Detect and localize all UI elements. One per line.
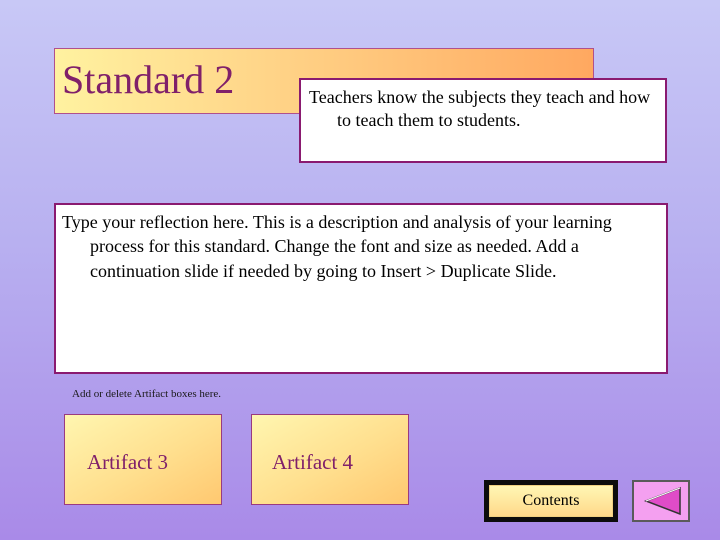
- reflection-text: Type your reflection here. This is a des…: [62, 212, 612, 281]
- artifact-4-label: Artifact 4: [272, 450, 354, 474]
- contents-button-label: Contents: [522, 492, 580, 509]
- contents-button[interactable]: Contents: [484, 480, 618, 522]
- contents-button-face: Contents: [489, 485, 613, 517]
- artifact-instructions: Add or delete Artifact boxes here.: [72, 388, 222, 400]
- artifact-3-label: Artifact 3: [87, 450, 169, 474]
- slide-title: Standard 2: [62, 57, 235, 102]
- triangle-left-icon: [643, 486, 681, 516]
- back-button[interactable]: [632, 480, 690, 522]
- standard-description-text: Teachers know the subjects they teach an…: [309, 87, 651, 131]
- standard-description-box: Teachers know the subjects they teach an…: [299, 78, 667, 163]
- reflection-text-box[interactable]: Type your reflection here. This is a des…: [54, 203, 668, 374]
